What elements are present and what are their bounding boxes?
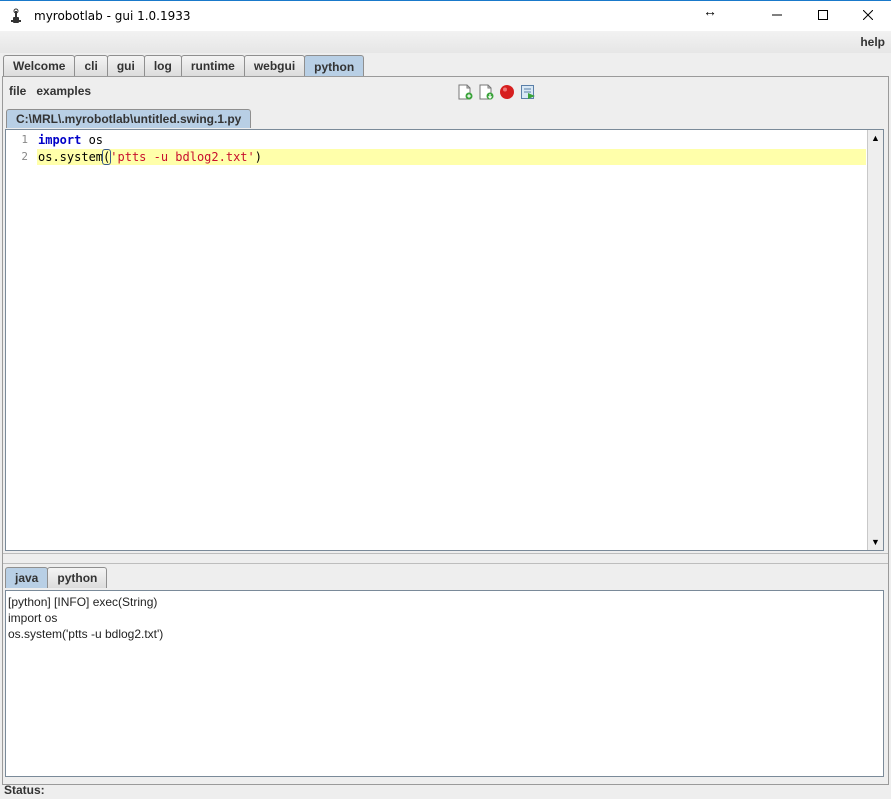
scroll-down-arrow-icon[interactable]: ▼: [868, 534, 883, 550]
tab-welcome[interactable]: Welcome: [3, 55, 76, 76]
new-file-icon: [458, 84, 473, 100]
tab-python[interactable]: python: [304, 55, 365, 77]
identifier-token: os: [81, 133, 104, 147]
console-line: import os: [8, 611, 58, 625]
code-line-1[interactable]: import os: [37, 132, 866, 148]
maximize-icon: [818, 10, 828, 20]
status-label: Status:: [4, 783, 45, 797]
help-menu[interactable]: help: [860, 35, 885, 49]
console-line: os.system('ptts -u bdlog2.txt'): [8, 627, 164, 641]
open-file-button[interactable]: [476, 83, 496, 101]
line-number-gutter: 1 2: [6, 130, 36, 550]
robot-app-icon: [10, 8, 26, 24]
tab-java[interactable]: java: [5, 567, 49, 588]
open-file-icon: [479, 84, 494, 100]
close-icon: [863, 10, 873, 20]
menu-examples[interactable]: examples: [36, 84, 91, 98]
tab-gui[interactable]: gui: [106, 55, 145, 76]
bracket-token: ): [254, 150, 262, 164]
main-tab-strip: Welcome cli gui log runtime webgui pytho…: [3, 55, 365, 77]
new-file-button[interactable]: [455, 83, 475, 101]
keyword-token: import: [38, 133, 82, 147]
identifier-token: os.system: [38, 150, 104, 164]
resize-arrow-icon: ↔: [703, 3, 717, 19]
console-output[interactable]: [python] [INFO] exec(String) import os o…: [5, 590, 884, 777]
python-menubar: file examples: [4, 80, 96, 102]
line-number: 2: [21, 150, 28, 163]
help-bar: help: [0, 31, 891, 53]
console-line: [python] [INFO] exec(String): [8, 595, 158, 609]
stop-button[interactable]: [497, 83, 517, 101]
tab-log[interactable]: log: [143, 55, 182, 76]
split-pane-divider[interactable]: [3, 553, 888, 564]
tab-webgui[interactable]: webgui: [243, 55, 306, 76]
tab-runtime[interactable]: runtime: [180, 55, 245, 76]
string-token: 'ptts -u bdlog2.txt': [110, 150, 255, 164]
menu-file[interactable]: file: [9, 84, 26, 98]
console-tab-strip: java python: [5, 567, 108, 588]
scroll-up-arrow-icon[interactable]: ▲: [868, 130, 883, 146]
editor-toolbar: [455, 83, 539, 101]
stop-icon: [500, 85, 514, 99]
line-number: 1: [21, 133, 28, 146]
execute-icon: [521, 85, 535, 99]
code-area[interactable]: import os os.system('ptts -u bdlog2.txt'…: [37, 130, 866, 550]
file-tab-untitled[interactable]: C:\MRL\.myrobotlab\untitled.swing.1.py: [6, 109, 252, 128]
code-editor[interactable]: 1 2 import os os.system('ptts -u bdlog2.…: [5, 129, 884, 551]
minimize-button[interactable]: [754, 0, 800, 30]
code-line-2[interactable]: os.system('ptts -u bdlog2.txt'): [37, 149, 866, 165]
tab-python-console[interactable]: python: [47, 567, 108, 588]
file-tab-strip: C:\MRL\.myrobotlab\untitled.swing.1.py: [6, 109, 252, 128]
close-button[interactable]: [845, 0, 891, 30]
editor-vertical-scrollbar[interactable]: ▲ ▼: [867, 130, 883, 550]
execute-button[interactable]: [518, 83, 538, 101]
maximize-button[interactable]: [800, 0, 846, 30]
tab-cli[interactable]: cli: [74, 55, 108, 76]
minimize-icon: [772, 14, 782, 16]
window-title: myrobotlab - gui 1.0.1933: [34, 9, 191, 23]
